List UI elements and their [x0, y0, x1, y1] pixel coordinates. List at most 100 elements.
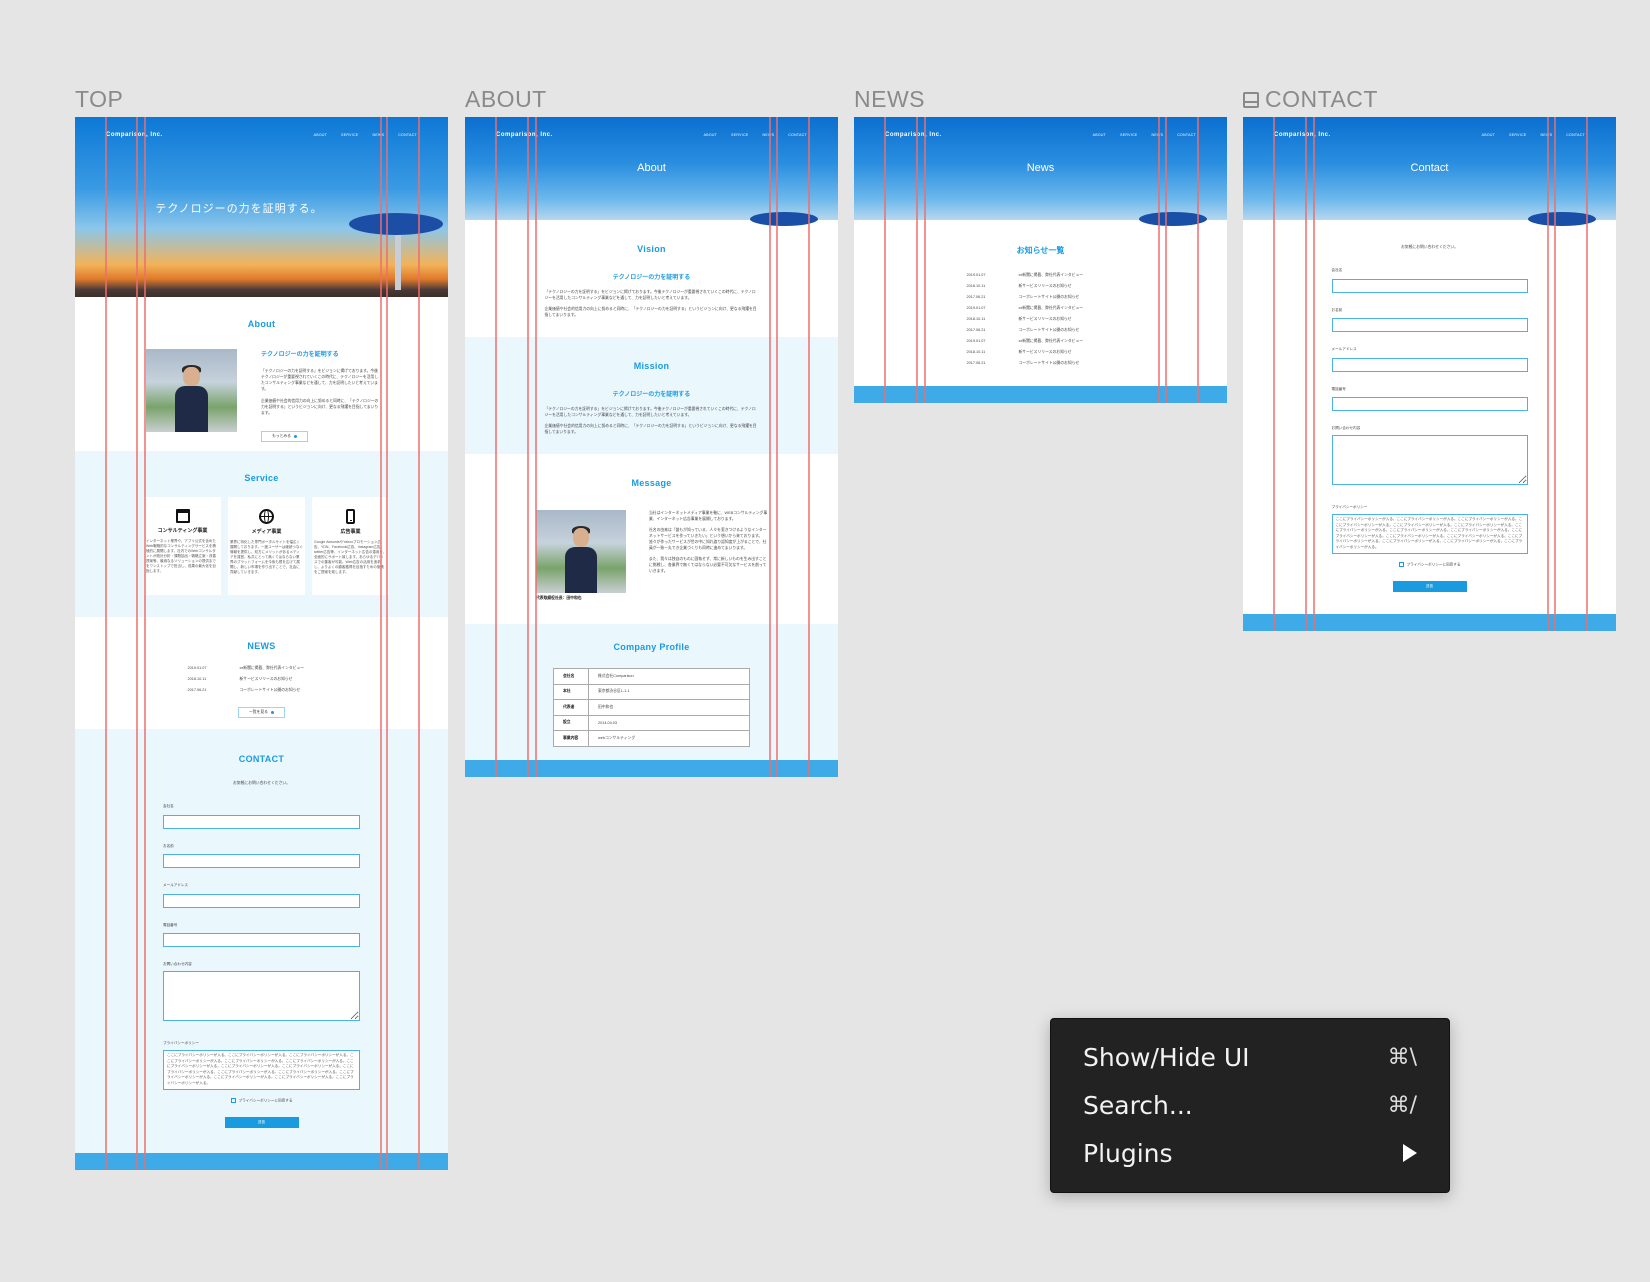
agree-checkbox[interactable]: プライバシーポリシーに同意する	[1332, 561, 1528, 567]
site-logo[interactable]: Comparison, Inc.	[1274, 132, 1331, 138]
about-text-1: 「テクノロジーの力を証明する」をビジョンに掲げております。今後テクノロジーが重要…	[261, 369, 379, 391]
news-item[interactable]: 2017.06.21 コーポレートサイト公開のお知らせ	[854, 325, 1227, 336]
frame-top[interactable]: Comparison, Inc. ABOUT SERVICE NEWS CONT…	[75, 117, 448, 1170]
company-profile-section: Company Profile 会社名 株式会社Comparison 本社 東京都渋…	[465, 624, 838, 777]
news-more-button[interactable]: 一覧を見る	[238, 707, 285, 718]
smartphone-icon	[346, 509, 355, 524]
name-field[interactable]	[163, 854, 360, 868]
news-item[interactable]: 2017.06.21 コーポレートサイト公開のお知らせ	[854, 358, 1227, 369]
frame-label-top[interactable]: TOP	[75, 86, 123, 113]
nav-service[interactable]: SERVICE	[1120, 133, 1137, 137]
menu-item-search[interactable]: Search... ⌘/	[1051, 1081, 1449, 1129]
menu-item-plugins[interactable]: Plugins	[1051, 1129, 1449, 1177]
frame-label-contact[interactable]: CONTACT	[1243, 86, 1378, 113]
menu-item-label: Search...	[1083, 1090, 1193, 1120]
nav-service[interactable]: SERVICE	[731, 133, 748, 137]
nav-about[interactable]: ABOUT	[1482, 133, 1496, 137]
hero: Comparison, Inc. ABOUT SERVICE NEWS CONT…	[465, 117, 838, 226]
company-field[interactable]	[1331, 278, 1528, 293]
hero: Comparison, Inc. ABOUT SERVICE NEWS CONT…	[854, 117, 1227, 226]
more-button[interactable]: もっとみる	[261, 431, 308, 442]
news-section: NEWS 2019.01.07 xx新聞に掲載、弊社代表インタビュー 2018.1…	[75, 617, 448, 729]
news-item[interactable]: 2019.01.07 xx新聞に掲載、弊社代表インタビュー	[854, 303, 1227, 314]
section-subheading: テクノロジーの力を証明する	[612, 275, 691, 281]
radio-telescope-image	[349, 213, 443, 235]
context-menu: Show/Hide UI ⌘\ Search... ⌘/ Plugins	[1050, 1018, 1450, 1193]
email-field[interactable]	[163, 893, 360, 908]
submit-button[interactable]: 送信	[224, 1117, 299, 1129]
about-text-2: 企業価値や社会的信用力の向上に努めると同時に、「テクノロジーの力を証明する」とい…	[261, 399, 379, 415]
news-item[interactable]: 2017.06.21 コーポレートサイト公開のお知らせ	[75, 685, 448, 696]
frame-icon	[1243, 91, 1259, 108]
nav-about[interactable]: ABOUT	[1093, 133, 1107, 137]
message-section: Message 代表取締役社長：田中和也 当社はインターネットメディア事業を軸に…	[465, 454, 838, 624]
site-nav: ABOUT SERVICE NEWS CONTACT	[314, 133, 417, 137]
nav-news[interactable]: NEWS	[1152, 133, 1164, 137]
news-item[interactable]: 2018.10.11 新サービスリリースのお知らせ	[854, 347, 1227, 358]
table-row: 代表者 田中和也	[553, 699, 750, 716]
site-logo[interactable]: Comparison, Inc.	[885, 132, 942, 138]
phone-field[interactable]	[1331, 397, 1528, 411]
browser-window-icon	[175, 509, 190, 523]
privacy-policy-box[interactable]: ここにプライバシーポリシーが入る。ここにプライバシーポリシーが入る。ここにプライ…	[163, 1050, 360, 1090]
menu-item-show-hide-ui[interactable]: Show/Hide UI ⌘\	[1051, 1033, 1449, 1081]
service-card[interactable]: メディア事業 業界に特化した専門ポータルサイトを幅広く展開しております。一度ユー…	[228, 497, 305, 595]
nav-service[interactable]: SERVICE	[341, 133, 358, 137]
frame-news[interactable]: Comparison, Inc. ABOUT SERVICE NEWS CONT…	[854, 117, 1227, 403]
section-heading: Mission	[633, 361, 670, 371]
nav-news[interactable]: NEWS	[763, 133, 775, 137]
message-text: 当社はインターネットメディア事業を軸に、WEBコンサルティング事業、インターネッ…	[649, 511, 768, 521]
nav-contact[interactable]: CONTACT	[1566, 133, 1585, 137]
site-logo[interactable]: Comparison, Inc.	[106, 132, 163, 138]
site-nav: ABOUT SERVICE NEWS CONTACT	[704, 133, 807, 137]
news-item[interactable]: 2018.10.11 新サービスリリースのお知らせ	[854, 281, 1227, 292]
nav-contact[interactable]: CONTACT	[788, 133, 807, 137]
footer	[75, 1153, 448, 1170]
privacy-policy-box[interactable]: ここにプライバシーポリシーが入る。ここにプライバシーポリシーが入る。ここにプライ…	[1331, 514, 1528, 554]
table-row: 本社 東京都渋谷区1-1-1	[553, 683, 750, 700]
nav-contact[interactable]: CONTACT	[1177, 133, 1196, 137]
news-item[interactable]: 2018.10.11 新サービスリリースのお知らせ	[854, 314, 1227, 325]
frame-label-about[interactable]: ABOUT	[465, 86, 547, 113]
phone-field[interactable]	[163, 933, 360, 947]
news-item[interactable]: 2019.01.07 xx新聞に掲載、弊社代表インタビュー	[854, 336, 1227, 347]
about-subheading: テクノロジーの力を証明する	[261, 352, 339, 358]
nav-contact[interactable]: CONTACT	[398, 133, 417, 137]
frame-contact[interactable]: Comparison, Inc. ABOUT SERVICE NEWS CONT…	[1243, 117, 1616, 631]
message-field[interactable]	[1331, 435, 1528, 485]
nav-service[interactable]: SERVICE	[1509, 133, 1526, 137]
nav-news[interactable]: NEWS	[1541, 133, 1553, 137]
nav-about[interactable]: ABOUT	[704, 133, 718, 137]
site-logo[interactable]: Comparison, Inc.	[496, 132, 553, 138]
company-field[interactable]	[163, 814, 360, 829]
section-heading: CONTACT	[238, 754, 285, 764]
frame-label-text: CONTACT	[1265, 86, 1378, 112]
agree-checkbox[interactable]: プライバシーポリシーに同意する	[163, 1097, 360, 1103]
service-card[interactable]: コンサルティング事業 インターネット業界や、アプリ公式を含めたWeb戦略的なコン…	[144, 497, 221, 595]
message-text: また、我々は独自のものに固執せず、常に新しいものを生み出すことに挑戦し、各業界で…	[649, 557, 767, 573]
field-label: プライバシーポリシー	[1331, 505, 1368, 509]
footer	[1243, 614, 1616, 631]
service-card[interactable]: 広告事業 Google AdwordsやYahooプロモーション広告、YDN、F…	[312, 497, 389, 595]
ceo-photo	[146, 349, 237, 432]
message-text: 社名の由来は「誰もが知っている、人々を惹きつけるようなインターネットサービスを作…	[649, 528, 767, 550]
frame-about[interactable]: Comparison, Inc. ABOUT SERVICE NEWS CONT…	[465, 117, 838, 777]
message-field[interactable]	[163, 971, 360, 1021]
section-text: 企業価値や社会的信用力の向上に努めると同時に、「テクノロジーの力を証明する」とい…	[544, 424, 757, 434]
submit-button[interactable]: 送信	[1392, 581, 1467, 593]
news-item[interactable]: 2017.06.21 コーポレートサイト公開のお知らせ	[854, 292, 1227, 303]
section-subheading: テクノロジーの力を証明する	[612, 392, 691, 398]
nav-about[interactable]: ABOUT	[314, 133, 328, 137]
nav-news[interactable]: NEWS	[373, 133, 385, 137]
section-text: 「テクノロジーの力を証明する」をビジョンに掲げております。今後テクノロジーが重要…	[544, 407, 756, 417]
frame-label-news[interactable]: NEWS	[854, 86, 925, 113]
news-item[interactable]: 2019.01.07 xx新聞に掲載、弊社代表インタビュー	[854, 270, 1227, 281]
submenu-arrow-icon	[1403, 1144, 1417, 1162]
name-field[interactable]	[1331, 318, 1528, 332]
email-field[interactable]	[1331, 357, 1528, 372]
news-item[interactable]: 2019.01.07 xx新聞に掲載、弊社代表インタビュー	[75, 663, 448, 674]
hero: Comparison, Inc. ABOUT SERVICE NEWS CONT…	[75, 117, 448, 297]
news-item[interactable]: 2018.10.11 新サービスリリースのお知らせ	[75, 674, 448, 685]
contact-section: CONTACT お気軽にお問い合わせください。 会社名 お名前 メールアドレス …	[75, 729, 448, 1170]
field-label: 電話番号	[163, 922, 178, 927]
